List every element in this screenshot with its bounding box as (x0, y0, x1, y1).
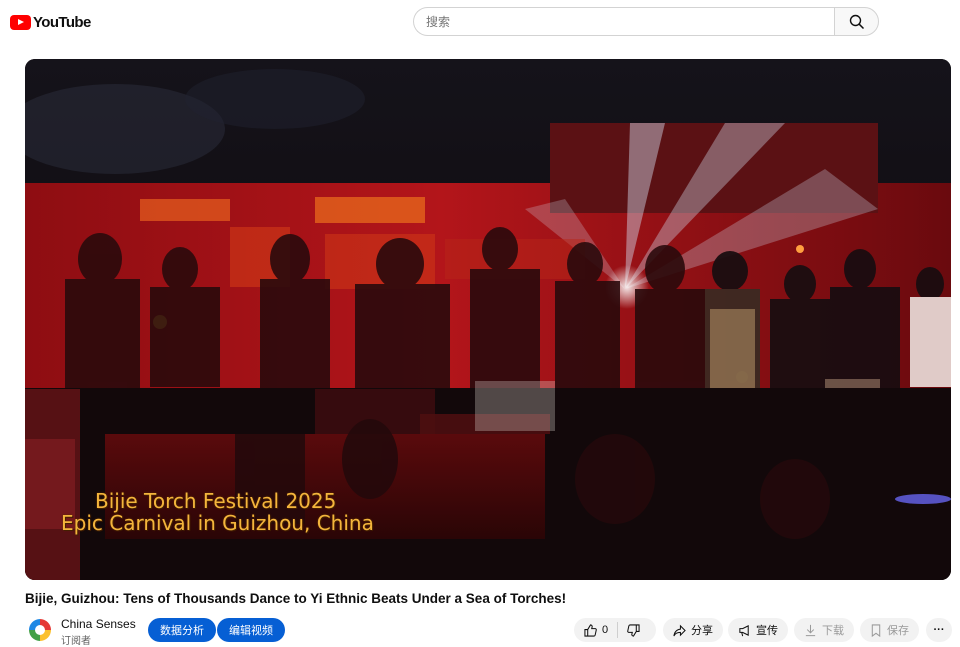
promote-button[interactable]: 宣传 (728, 618, 788, 642)
download-label: 下载 (822, 625, 844, 637)
search-bar (413, 7, 879, 36)
video-meta-row: China Senses 订阅者 数据分析 编辑视频 0 分享 宣传 下载 保存… (25, 616, 955, 647)
search-input[interactable] (413, 7, 834, 36)
youtube-play-icon (10, 14, 31, 30)
channel-avatar[interactable] (29, 619, 51, 641)
overlay-title-line1: Bijie Torch Festival 2025 (95, 489, 337, 513)
download-button[interactable]: 下载 (794, 618, 854, 642)
channel-name[interactable]: China Senses (61, 617, 136, 631)
more-actions-button[interactable]: ··· (926, 618, 952, 642)
channel-subscribers: 订阅者 (61, 636, 91, 647)
like-count: 0 (602, 624, 609, 636)
logo-text: YouTube (33, 13, 91, 31)
edit-video-button[interactable]: 编辑视频 (217, 618, 285, 642)
masthead: YouTube (0, 0, 960, 44)
like-divider (617, 622, 619, 638)
overlay-title-line2: Epic Carnival in Guizhou, China (61, 511, 374, 535)
search-button[interactable] (834, 7, 879, 36)
save-label: 保存 (887, 625, 909, 637)
video-title: Bijie, Guizhou: Tens of Thousands Dance … (25, 591, 567, 606)
share-label: 分享 (691, 625, 713, 637)
save-button[interactable]: 保存 (860, 618, 919, 642)
video-player[interactable]: Bijie Torch Festival 2025 Epic Carnival … (25, 59, 951, 580)
analytics-button[interactable]: 数据分析 (148, 618, 216, 642)
share-button[interactable]: 分享 (663, 618, 723, 642)
youtube-logo[interactable]: YouTube (10, 12, 91, 32)
search-icon (849, 14, 864, 29)
promote-label: 宣传 (756, 625, 778, 637)
like-dislike-group: 0 (574, 618, 656, 642)
